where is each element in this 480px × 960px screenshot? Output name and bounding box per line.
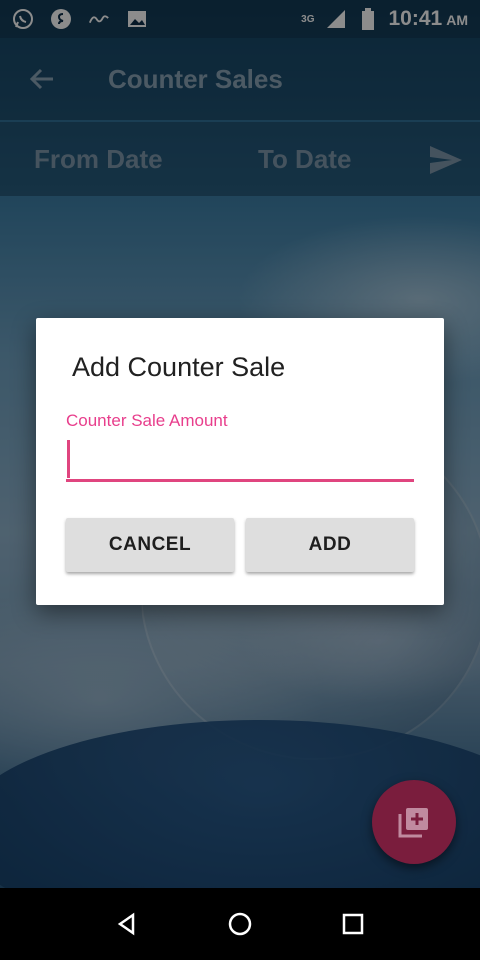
system-nav-bar (0, 888, 480, 960)
dialog-title: Add Counter Sale (72, 352, 286, 382)
text-cursor (67, 439, 70, 478)
square-recents-icon (343, 913, 364, 935)
amount-field-label: Counter Sale Amount (66, 411, 228, 430)
nav-back-button[interactable] (107, 904, 147, 944)
triangle-back-icon (117, 912, 134, 936)
amount-input[interactable] (72, 438, 412, 478)
add-fab-button[interactable] (372, 780, 456, 864)
add-to-library-icon (398, 808, 428, 838)
add-button[interactable]: ADD (246, 518, 414, 572)
cancel-button[interactable]: CANCEL (66, 518, 234, 572)
nav-recents-button[interactable] (333, 904, 373, 944)
nav-home-button[interactable] (220, 904, 260, 944)
circle-home-icon (228, 912, 252, 936)
add-counter-sale-dialog: Add Counter Sale Counter Sale Amount CAN… (36, 318, 444, 605)
amount-field[interactable] (66, 438, 414, 482)
